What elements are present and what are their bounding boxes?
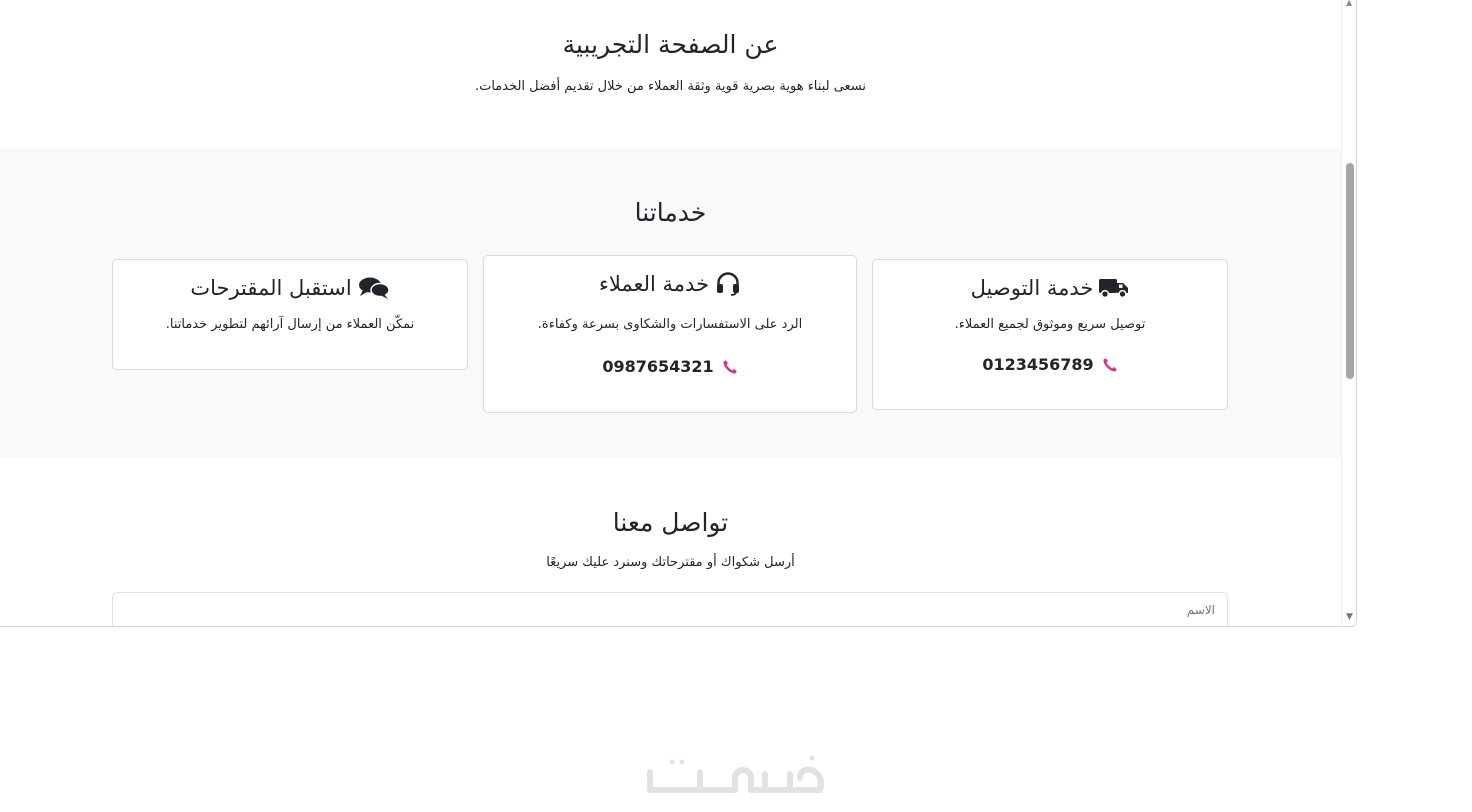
service-card-text: الرد على الاستفسارات والشكاوى بسرعة وكفا… [537, 317, 803, 332]
headset-icon [715, 272, 741, 296]
scrollbar-thumb[interactable] [1346, 162, 1354, 379]
service-card-text: نمكّن العملاء من إرسال آرائهم لتطوير خدم… [165, 317, 415, 332]
name-field[interactable]: الاسم [112, 592, 1228, 626]
service-card-header: خدمة التوصيل [873, 276, 1227, 300]
service-phone[interactable]: 0987654321 [484, 357, 856, 376]
service-card-suggestions: استقبل المقترحات نمكّن العملاء من إرسال … [112, 259, 468, 370]
phone-number: 0123456789 [982, 355, 1094, 374]
page-viewport: عن الصفحة التجريبية نسعى لبناء هوية بصري… [0, 0, 1341, 626]
service-card-text: توصيل سريع وموثوق لجميع العملاء. [954, 317, 1146, 332]
vertical-scrollbar[interactable]: ▲ ▼ [1341, 0, 1356, 626]
about-text: نسعى لبناء هوية بصرية قوية وثقة العملاء … [474, 79, 867, 94]
contact-text: أرسل شكواك أو مقترحاتك وسنرد عليك سريعًا [546, 555, 795, 570]
service-card-header: استقبل المقترحات [113, 276, 467, 300]
service-phone[interactable]: 0123456789 [873, 355, 1227, 374]
service-card-delivery: خدمة التوصيل توصيل سريع وموثوق لجميع الع… [872, 259, 1228, 410]
truck-icon [1099, 277, 1129, 299]
watermark-logo [640, 752, 830, 802]
phone-number: 0987654321 [602, 357, 714, 376]
comments-icon [358, 276, 390, 300]
scroll-up-arrow-icon[interactable]: ▲ [1346, 0, 1352, 7]
browser-frame: عن الصفحة التجريبية نسعى لبناء هوية بصري… [0, 0, 1357, 627]
contact-title: تواصل معنا [612, 508, 729, 537]
service-card-title: خدمة التوصيل [970, 276, 1094, 300]
services-section: خدماتنا خدمة التوصيل توصيل سريع وموثوق ل… [0, 148, 1341, 458]
phone-icon [1102, 357, 1118, 373]
service-card-title: استقبل المقترحات [190, 276, 352, 300]
scroll-down-arrow-icon[interactable]: ▼ [1346, 612, 1353, 622]
about-title: عن الصفحة التجريبية [562, 30, 779, 59]
service-card-header: خدمة العملاء [484, 272, 856, 296]
service-card-support: خدمة العملاء الرد على الاستفسارات والشكا… [483, 255, 857, 413]
contact-section: تواصل معنا أرسل شكواك أو مقترحاتك وسنرد … [0, 458, 1341, 626]
name-field-label: الاسم [1186, 603, 1215, 617]
services-title: خدماتنا [634, 198, 707, 227]
about-section: عن الصفحة التجريبية نسعى لبناء هوية بصري… [0, 0, 1341, 148]
phone-icon [722, 359, 738, 375]
service-card-title: خدمة العملاء [598, 272, 710, 296]
